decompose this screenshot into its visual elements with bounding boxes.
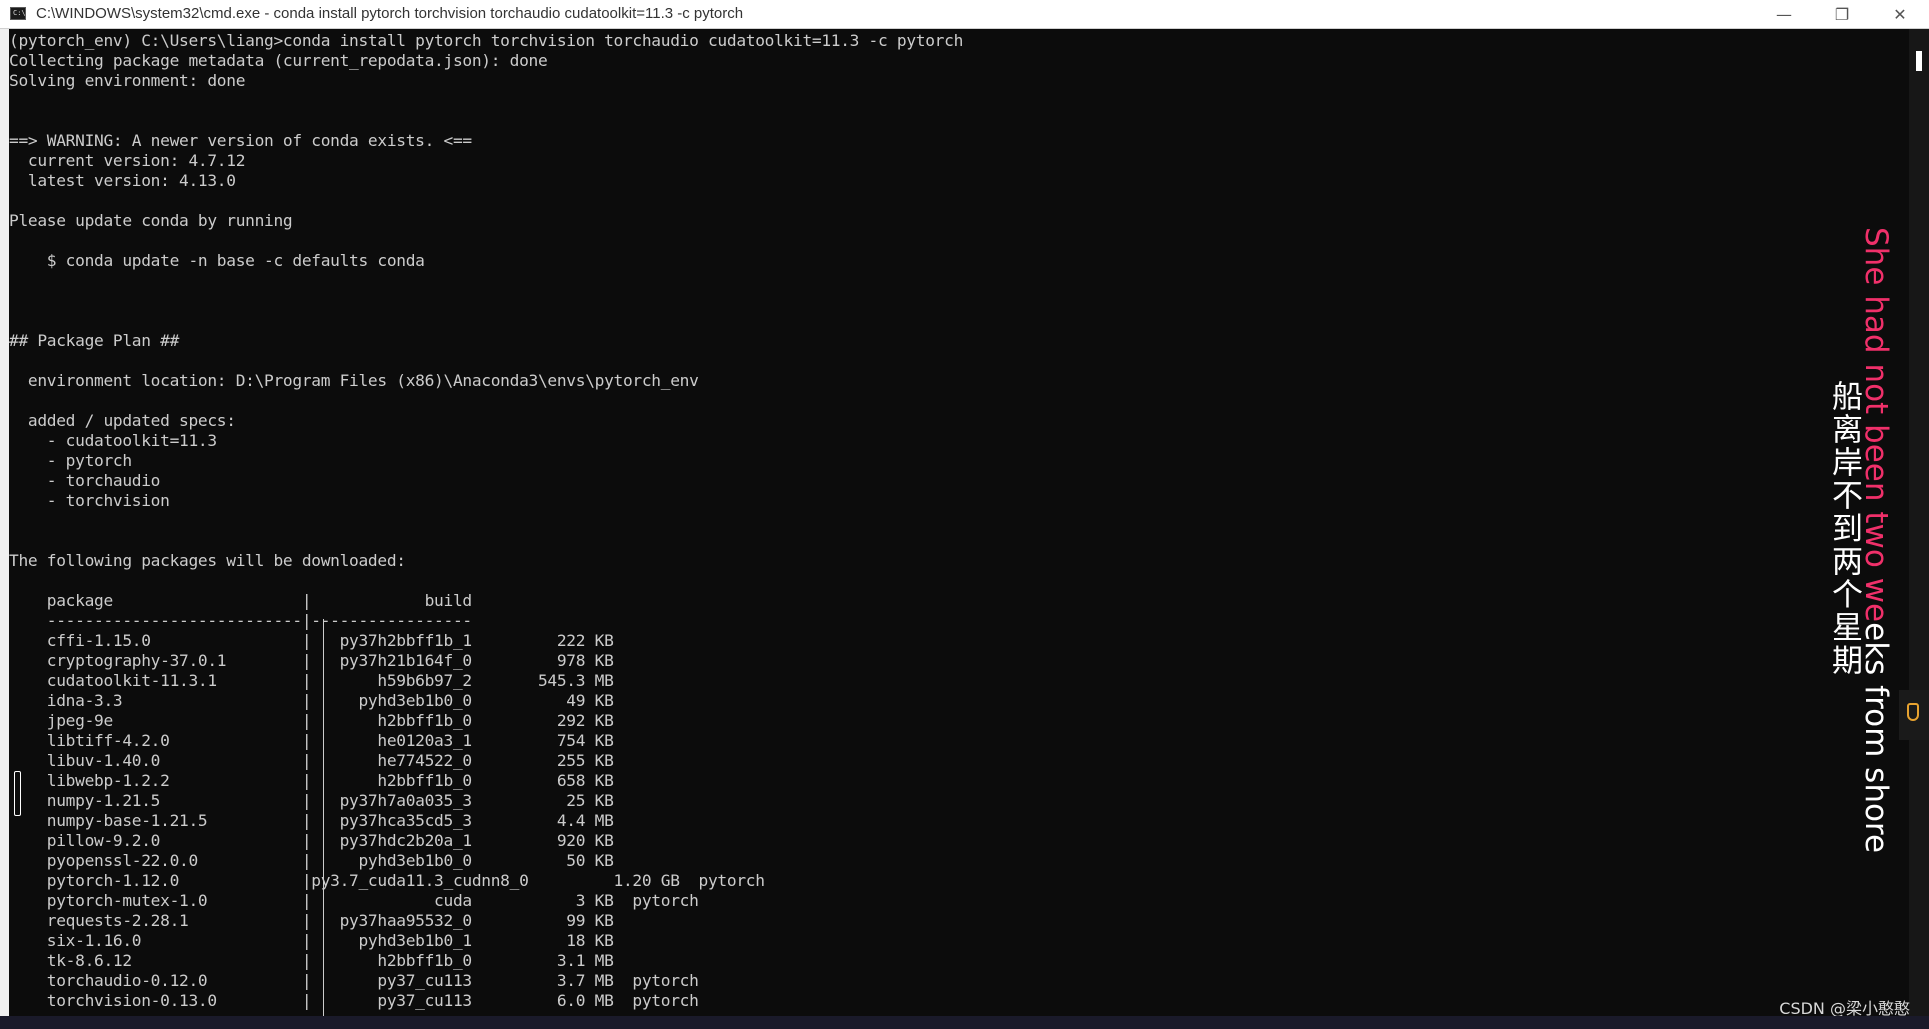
- terminal-line: Solving environment: done: [9, 71, 246, 90]
- terminal-line: current version: 4.7.12: [9, 151, 246, 170]
- close-button[interactable]: ✕: [1871, 0, 1929, 28]
- terminal-line: requests-2.28.1 | py37haa95532_0 99 KB: [9, 911, 614, 930]
- terminal-line: package | build: [9, 591, 472, 610]
- terminal-line: six-1.16.0 | pyhd3eb1b0_1 18 KB: [9, 931, 614, 950]
- terminal-line: torchvision-0.13.0 | py37_cu113 6.0 MB p…: [9, 991, 699, 1010]
- terminal-line: Collecting package metadata (current_rep…: [9, 51, 548, 70]
- terminal-line: numpy-1.21.5 | py37h7a0a035_3 25 KB: [9, 791, 614, 810]
- scrollbar-thumb[interactable]: [1916, 51, 1922, 71]
- overlay-chinese-text: 船离岸不到两个星期: [1826, 380, 1862, 677]
- terminal-line: - pytorch: [9, 451, 132, 470]
- terminal-line: cffi-1.15.0 | py37h2bbff1b_1 222 KB: [9, 631, 614, 650]
- terminal-line: ==> WARNING: A newer version of conda ex…: [9, 131, 472, 150]
- minimize-icon: —: [1776, 4, 1792, 24]
- terminal-line: torchaudio-0.12.0 | py37_cu113 3.7 MB py…: [9, 971, 699, 990]
- terminal-line: cudatoolkit-11.3.1 | h59b6b97_2 545.3 MB: [9, 671, 614, 690]
- terminal-line: ## Package Plan ##: [9, 331, 180, 350]
- window-left-border: [0, 29, 9, 1029]
- table-column-separator: [323, 619, 324, 1016]
- terminal-line: ---------------------------|------------…: [9, 611, 472, 630]
- cmd-app-icon[interactable]: C:\: [10, 7, 26, 20]
- terminal-line: added / updated specs:: [9, 411, 236, 430]
- terminal-line: (pytorch_env) C:\Users\liang>conda insta…: [9, 31, 964, 50]
- terminal-line: - cudatoolkit=11.3: [9, 431, 217, 450]
- restore-icon: ❐: [1834, 4, 1850, 24]
- terminal-line: libwebp-1.2.2 | h2bbff1b_0 658 KB: [9, 771, 614, 790]
- terminal-line: latest version: 4.13.0: [9, 171, 236, 190]
- terminal-line: libuv-1.40.0 | he774522_0 255 KB: [9, 751, 614, 770]
- terminal-line: Please update conda by running: [9, 211, 293, 230]
- terminal-line: $ conda update -n base -c defaults conda: [9, 251, 425, 270]
- terminal-lines: (pytorch_env) C:\Users\liang>conda insta…: [9, 31, 963, 1011]
- floating-side-panel[interactable]: [1899, 690, 1929, 740]
- taskbar-edge: [0, 1016, 1929, 1029]
- title-bar: C:\ C:\WINDOWS\system32\cmd.exe - conda …: [0, 0, 1929, 29]
- terminal-output[interactable]: (pytorch_env) C:\Users\liang>conda insta…: [9, 29, 1909, 1016]
- terminal-line: pytorch-1.12.0 |py3.7_cuda11.3_cudnn8_0 …: [9, 871, 765, 890]
- terminal-line: - torchvision: [9, 491, 170, 510]
- vertical-scrollbar[interactable]: [1909, 29, 1929, 1016]
- terminal-line: cryptography-37.0.1 | py37h21b164f_0 978…: [9, 651, 614, 670]
- window-title: C:\WINDOWS\system32\cmd.exe - conda inst…: [36, 5, 744, 22]
- terminal-line: libtiff-4.2.0 | he0120a3_1 754 KB: [9, 731, 614, 750]
- terminal-line: tk-8.6.12 | h2bbff1b_0 3.1 MB: [9, 951, 614, 970]
- restore-button[interactable]: ❐: [1813, 0, 1871, 28]
- cup-icon[interactable]: [1907, 703, 1919, 721]
- terminal-line: pillow-9.2.0 | py37hdc2b20a_1 920 KB: [9, 831, 614, 850]
- cmd-app-icon-text: C:\: [13, 9, 26, 17]
- terminal-line: The following packages will be downloade…: [9, 551, 406, 570]
- terminal-line: numpy-base-1.21.5 | py37hca35cd5_3 4.4 M…: [9, 811, 614, 830]
- terminal-line: pyopenssl-22.0.0 | pyhd3eb1b0_0 50 KB: [9, 851, 614, 870]
- close-icon: ✕: [1893, 4, 1907, 24]
- minimize-button[interactable]: —: [1755, 0, 1813, 28]
- terminal-line: pytorch-mutex-1.0 | cuda 3 KB pytorch: [9, 891, 699, 910]
- terminal-line: environment location: D:\Program Files (…: [9, 371, 699, 390]
- terminal-line: idna-3.3 | pyhd3eb1b0_0 49 KB: [9, 691, 614, 710]
- terminal-line: - torchaudio: [9, 471, 161, 490]
- text-cursor-marker: [14, 771, 21, 816]
- terminal-line: jpeg-9e | h2bbff1b_0 292 KB: [9, 711, 614, 730]
